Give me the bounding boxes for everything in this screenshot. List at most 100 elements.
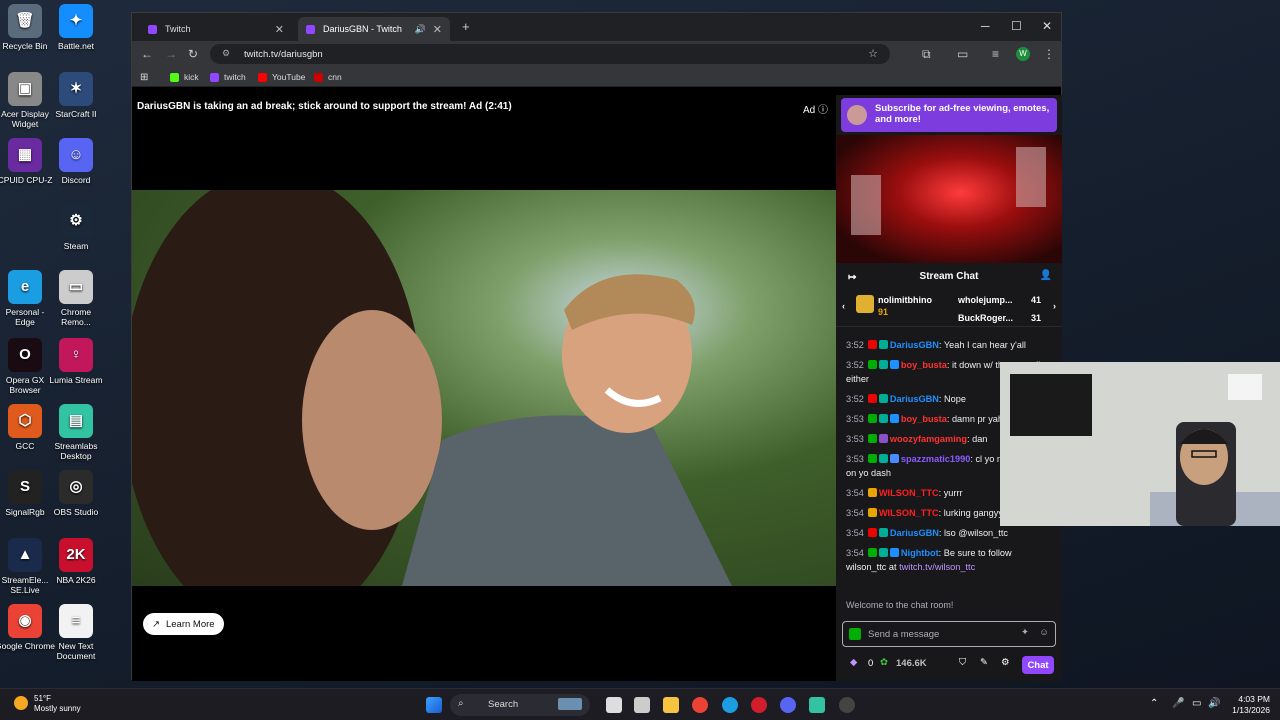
profile-avatar[interactable]: W	[1016, 47, 1030, 61]
chat-badge-icon[interactable]	[878, 414, 888, 423]
subscribe-promo-banner[interactable]: Subscribe for ad-free viewing, emotes, a…	[841, 98, 1057, 132]
chat-badge-icon[interactable]	[867, 434, 877, 443]
back-icon[interactable]: ←	[141, 47, 153, 61]
pencil-icon[interactable]: ✎	[980, 657, 988, 668]
network-icon[interactable]: ▭	[1192, 698, 1201, 709]
chat-badge-icon[interactable]	[867, 360, 877, 369]
desktop-icon[interactable]: ▤ Streamlabs Desktop	[46, 404, 106, 461]
tab-twitch[interactable]: Twitch ✕	[140, 17, 292, 41]
message-username[interactable]: boy_busta	[901, 414, 947, 424]
chat-badge-icon[interactable]	[878, 434, 888, 443]
speaker-icon[interactable]: 🔊	[415, 24, 426, 35]
minimize-icon[interactable]: ─	[981, 19, 990, 33]
chat-badge-icon[interactable]	[867, 508, 877, 517]
forward-icon[interactable]: →	[165, 47, 177, 61]
video-player[interactable]: DariusGBN is taking an ad break; stick a…	[132, 95, 836, 681]
file-explorer-icon[interactable]	[663, 697, 679, 713]
menu-icon[interactable]: ⋮	[1043, 47, 1055, 61]
message-username[interactable]: boy_busta	[901, 360, 947, 370]
tab-dariusgbn[interactable]: DariusGBN - Twitch 🔊 ✕	[298, 17, 450, 41]
chat-badge-icon[interactable]	[867, 340, 877, 349]
chat-badge-icon[interactable]	[889, 548, 899, 557]
bookmark-youtube[interactable]: YouTube	[258, 72, 305, 82]
chat-badge-icon[interactable]	[889, 414, 899, 423]
emote-icon[interactable]: ☺	[1039, 627, 1049, 638]
start-icon[interactable]	[426, 697, 442, 713]
close-window-icon[interactable]: ✕	[1042, 19, 1052, 33]
weather-widget[interactable]: 51°F Mostly sunny	[14, 694, 81, 714]
chat-badge-icon[interactable]	[878, 340, 888, 349]
desktop-icon[interactable]: ☺ Discord	[46, 138, 106, 185]
widgets-icon[interactable]	[634, 697, 650, 713]
settings-icon[interactable]: ⚙	[1001, 657, 1010, 668]
desktop-icon[interactable]: ✶ StarCraft II	[46, 72, 106, 119]
collapse-chat-icon[interactable]: ↦	[848, 272, 856, 283]
task-view-icon[interactable]	[606, 697, 622, 713]
message-username[interactable]: WILSON_TTC	[879, 508, 939, 518]
chat-badge-icon[interactable]	[878, 528, 888, 537]
desktop-icon[interactable]: ◎ OBS Studio	[46, 470, 106, 517]
tray-overflow-icon[interactable]: ⌃	[1150, 698, 1158, 709]
cast-icon[interactable]: ▭	[957, 47, 968, 61]
chat-badge-icon[interactable]	[867, 488, 877, 497]
opera-gx-icon[interactable]	[751, 697, 767, 713]
chrome-icon[interactable]	[692, 697, 708, 713]
users-icon[interactable]: 👤	[1040, 270, 1052, 281]
message-link[interactable]: twitch.tv/wilson_ttc	[899, 562, 975, 572]
desktop-icon[interactable]: ▭ Chrome Remo...	[46, 270, 106, 327]
site-info-icon[interactable]: ⚙	[222, 48, 230, 59]
bookmark-twitch[interactable]: twitch	[210, 72, 246, 82]
close-tab-icon[interactable]: ✕	[433, 23, 442, 36]
desktop-icon[interactable]: 2K NBA 2K26	[46, 538, 106, 585]
message-username[interactable]: DariusGBN	[890, 528, 939, 538]
taskbar-search[interactable]: ⌕ Search	[450, 694, 590, 716]
desktop-icon[interactable]: ♀ Lumia Stream	[46, 338, 106, 385]
next-arrow-icon[interactable]: ›	[1053, 301, 1056, 311]
volume-icon[interactable]: 🔊	[1208, 698, 1220, 709]
chat-badge-icon[interactable]	[878, 360, 888, 369]
channel-points-icon[interactable]: ✿	[880, 657, 888, 668]
tab-search-icon[interactable]: ≡	[992, 47, 999, 61]
chat-badge-icon[interactable]	[878, 548, 888, 557]
edge-icon[interactable]	[722, 697, 738, 713]
learn-more-button[interactable]: ↗ Learn More	[143, 613, 224, 635]
chat-send-button[interactable]: Chat	[1022, 656, 1054, 674]
shield-icon[interactable]: ⛉	[959, 657, 966, 668]
info-icon[interactable]: ⓘ	[818, 105, 828, 116]
chat-badge-icon[interactable]	[867, 528, 877, 537]
extensions-icon[interactable]: ⧉	[922, 47, 931, 62]
maximize-icon[interactable]: ☐	[1011, 19, 1022, 33]
desktop-icon[interactable]: ⚙ Steam	[46, 204, 106, 251]
chat-badge-icon[interactable]	[867, 548, 877, 557]
chat-badge-icon[interactable]	[867, 414, 877, 423]
streamlabs-icon[interactable]	[809, 697, 825, 713]
desktop-icon[interactable]: ✦ Battle.net	[46, 4, 106, 51]
message-username[interactable]: spazzmatic1990	[901, 454, 970, 464]
chat-badge-icon[interactable]	[867, 394, 877, 403]
mic-icon[interactable]: 🎤	[1172, 698, 1184, 709]
bits-diamond-icon[interactable]: ◆	[850, 657, 857, 668]
message-username[interactable]: DariusGBN	[890, 340, 939, 350]
message-username[interactable]: Nightbot	[901, 548, 939, 558]
prev-arrow-icon[interactable]: ‹	[842, 301, 845, 311]
new-tab-icon[interactable]: +	[462, 19, 470, 34]
close-tab-icon[interactable]: ✕	[275, 23, 284, 36]
chat-badge-icon[interactable]	[889, 454, 899, 463]
message-username[interactable]: woozyfamgaming	[890, 434, 967, 444]
chat-badge-icon[interactable]	[889, 360, 899, 369]
bookmark-kick[interactable]: kick	[170, 72, 199, 82]
bookmark-cnn[interactable]: cnn	[314, 72, 342, 82]
clock[interactable]: 4:03 PM 1/13/2026	[1232, 694, 1270, 716]
apps-icon[interactable]: ⊞	[140, 72, 148, 83]
chat-badge-icon[interactable]	[878, 454, 888, 463]
app-icon[interactable]	[839, 697, 855, 713]
badge-icon[interactable]	[849, 628, 861, 640]
bits-icon[interactable]: ✦	[1021, 627, 1029, 638]
chat-badge-icon[interactable]	[878, 394, 888, 403]
bookmark-star-icon[interactable]: ☆	[868, 47, 878, 60]
message-username[interactable]: WILSON_TTC	[879, 488, 939, 498]
reload-icon[interactable]: ↻	[188, 47, 198, 61]
desktop-icon[interactable]: ≡ New Text Document	[46, 604, 106, 661]
discord-icon[interactable]	[780, 697, 796, 713]
chat-badge-icon[interactable]	[867, 454, 877, 463]
